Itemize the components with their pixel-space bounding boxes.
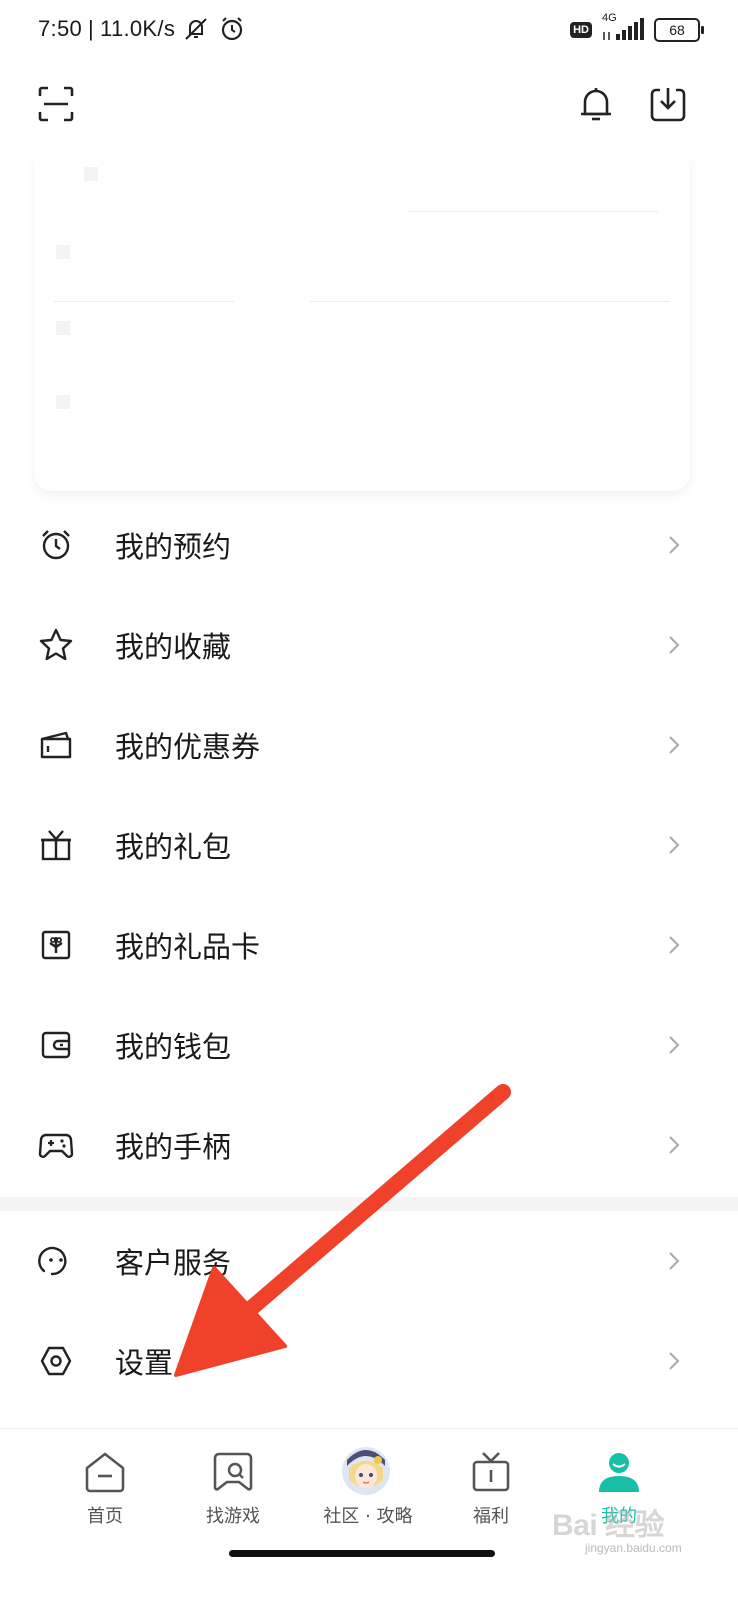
- blur-block: [56, 321, 70, 335]
- menu-label: 我的礼品卡: [115, 930, 261, 964]
- section-divider: [0, 1197, 738, 1211]
- tab-label: 首页: [87, 1506, 123, 1527]
- chevron-right-icon: [669, 1136, 680, 1154]
- chevron-right-icon: [669, 1252, 680, 1270]
- chevron-right-icon: [669, 1352, 680, 1370]
- game-search-icon: [213, 1452, 253, 1491]
- status-speed: 11.0K/s: [100, 16, 176, 41]
- battery-level: 68: [669, 22, 685, 38]
- scan-icon[interactable]: [36, 84, 76, 124]
- tab-label: 社区 · 攻略: [323, 1506, 413, 1527]
- chevron-right-icon: [669, 636, 680, 654]
- status-right: HD 4G 68: [570, 12, 704, 42]
- profile-card[interactable]: [34, 155, 690, 491]
- blur-block: [56, 395, 70, 409]
- chevron-right-icon: [669, 1036, 680, 1054]
- gift-icon: [41, 830, 71, 861]
- tab-community[interactable]: 社区 · 攻略: [306, 1440, 430, 1540]
- signal-icon: 4G: [600, 12, 646, 42]
- profile-icon: [599, 1453, 639, 1492]
- menu-item-wallet[interactable]: 我的钱包: [0, 995, 738, 1095]
- menu-item-customer-service[interactable]: 客户服务: [0, 1211, 738, 1311]
- watermark: Bai 经验: [552, 1509, 665, 1542]
- menu-label: 客户服务: [115, 1246, 232, 1280]
- home-icon: [85, 1452, 125, 1493]
- tab-label: 福利: [473, 1506, 509, 1527]
- status-bar: 7:50 | 11.0K/s HD 4G 68: [0, 0, 738, 64]
- status-left: 7:50 | 11.0K/s: [38, 14, 247, 44]
- menu-item-gamepad[interactable]: 我的手柄: [0, 1095, 738, 1195]
- chevron-right-icon: [669, 536, 680, 554]
- blur-block: [56, 245, 70, 259]
- settings-icon: [40, 1346, 72, 1376]
- menu-label: 我的优惠券: [115, 730, 261, 764]
- menu-label: 我的钱包: [115, 1030, 232, 1064]
- tab-welfare[interactable]: 福利: [436, 1440, 546, 1540]
- coupon-icon: [40, 731, 72, 759]
- mute-bell-icon: [185, 18, 207, 40]
- gamepad-icon: [38, 1133, 74, 1158]
- blur-line: [408, 211, 658, 212]
- blur-line: [310, 301, 670, 302]
- home-indicator[interactable]: [229, 1550, 495, 1557]
- tab-home[interactable]: 首页: [50, 1440, 160, 1540]
- status-time: 7:50: [38, 16, 83, 41]
- bell-icon[interactable]: [576, 84, 616, 124]
- blur-block: [84, 167, 98, 181]
- menu-item-gift-packs[interactable]: 我的礼包: [0, 795, 738, 895]
- wallet-icon: [41, 1031, 71, 1059]
- menu-label: 设置: [115, 1346, 174, 1380]
- avatar: [342, 1447, 390, 1495]
- download-icon[interactable]: [648, 84, 688, 124]
- menu-item-reservations[interactable]: 我的预约: [0, 495, 738, 595]
- status-separator: |: [88, 16, 95, 41]
- menu-label: 我的预约: [115, 530, 232, 564]
- chevron-right-icon: [669, 836, 680, 854]
- battery-indicator: 68: [654, 18, 704, 42]
- menu-item-settings[interactable]: 设置: [0, 1311, 738, 1411]
- hd-badge: HD: [570, 22, 592, 38]
- alarm-clock-icon: [42, 530, 70, 560]
- watermark-url: jingyan.baidu.com: [585, 1541, 682, 1555]
- menu-label: 我的收藏: [115, 630, 232, 664]
- gift-box-icon: [472, 1452, 510, 1492]
- star-icon: [39, 628, 73, 661]
- chevron-right-icon: [669, 936, 680, 954]
- tab-find-games[interactable]: 找游戏: [178, 1440, 288, 1540]
- chevron-right-icon: [669, 736, 680, 754]
- menu-label: 我的礼包: [115, 830, 232, 864]
- menu-label: 我的手柄: [115, 1130, 232, 1164]
- tab-label: 找游戏: [206, 1506, 260, 1527]
- customer-service-icon: [38, 1246, 67, 1276]
- menu-item-favorites[interactable]: 我的收藏: [0, 595, 738, 695]
- menu-item-gift-cards[interactable]: 我的礼品卡: [0, 895, 738, 995]
- gift-card-icon: [41, 930, 71, 960]
- blur-line: [54, 301, 234, 302]
- alarm-icon: [222, 17, 243, 41]
- menu-item-coupons[interactable]: 我的优惠券: [0, 695, 738, 795]
